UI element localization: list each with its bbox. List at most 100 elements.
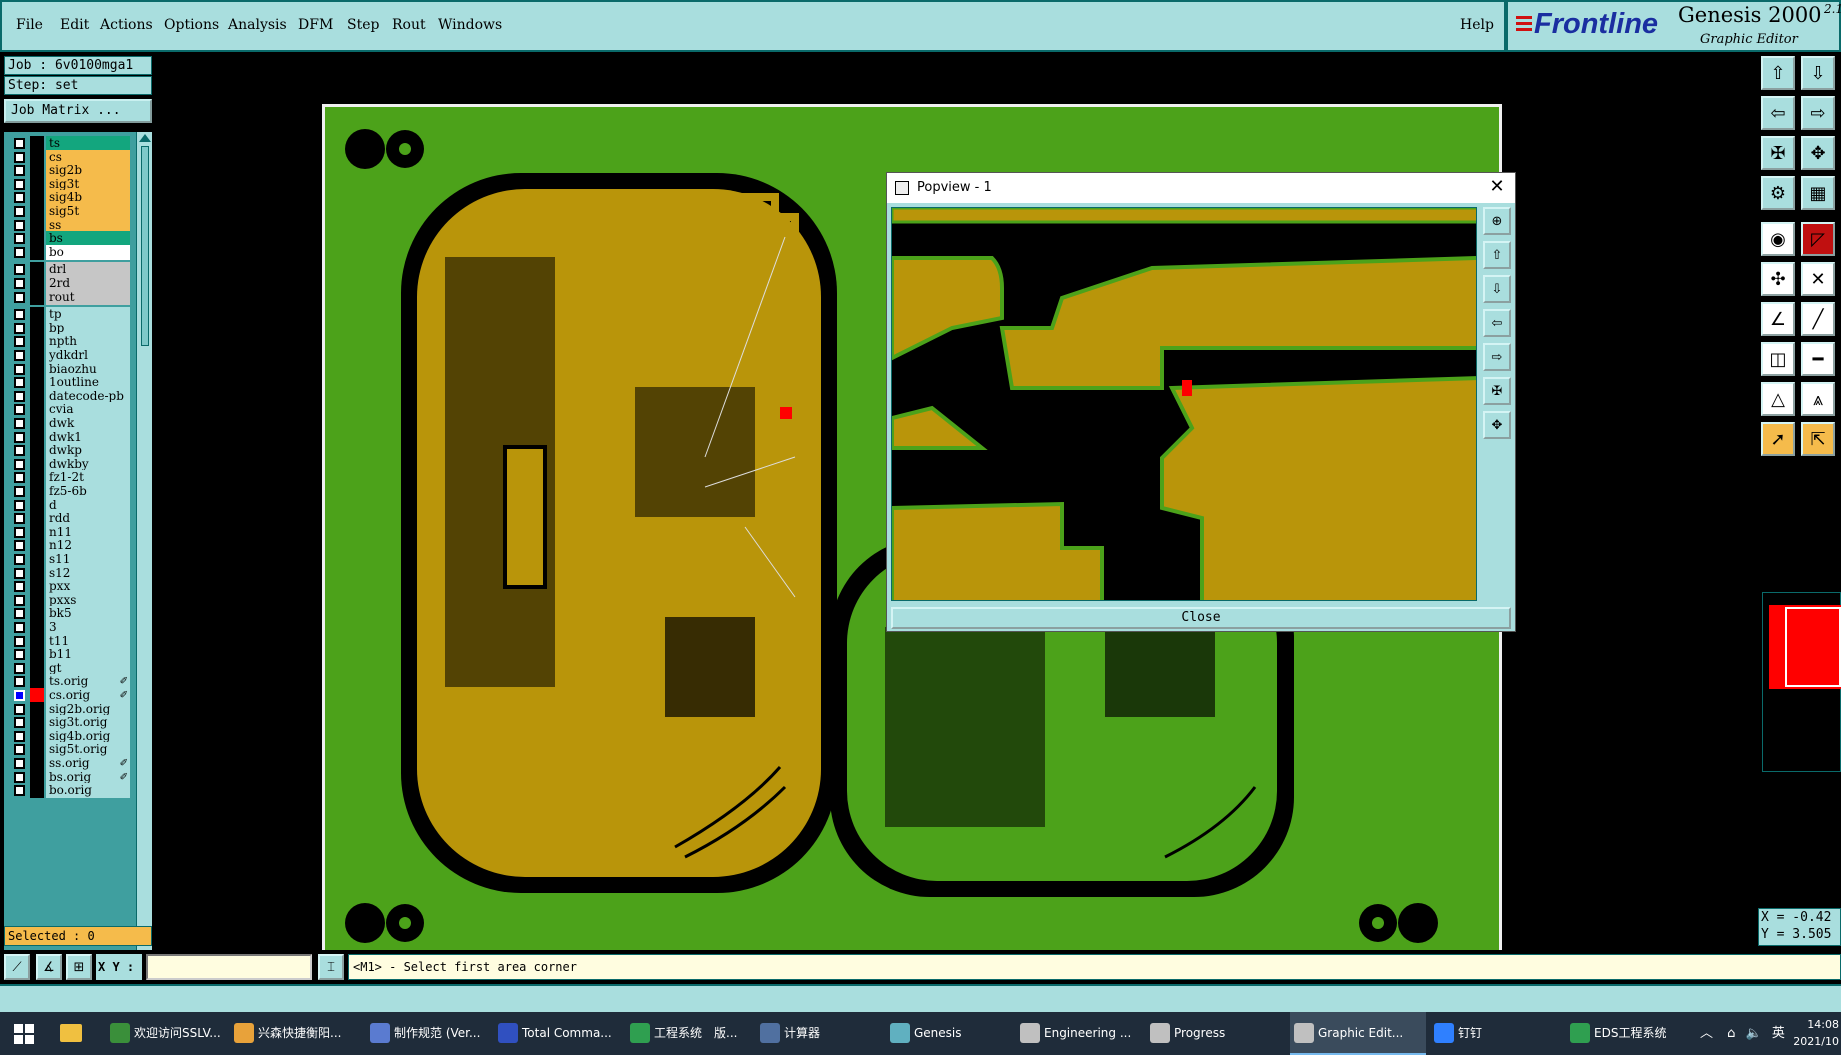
pan-up-icon[interactable]: ⇧ — [1761, 56, 1795, 90]
angle-icon[interactable]: ∠ — [1761, 302, 1795, 336]
draw-angle-icon[interactable]: ∡ — [36, 954, 62, 980]
line-icon[interactable]: ╱ — [1801, 302, 1835, 336]
feature-icon[interactable]: ◫ — [1761, 342, 1795, 376]
grid-snap-icon[interactable]: ⊞ — [66, 954, 92, 980]
net-icon[interactable]: ✣ — [1761, 262, 1795, 296]
popview-titlebar[interactable]: Popview - 1 — [887, 173, 1515, 203]
popview-zoom-out-icon[interactable]: ✥ — [1483, 411, 1511, 439]
layer-checkbox[interactable] — [14, 377, 25, 389]
scroll-thumb[interactable] — [141, 146, 149, 346]
scroll-up-icon[interactable] — [139, 134, 151, 142]
taskbar-item[interactable]: Genesis — [886, 1012, 1012, 1055]
menu-file[interactable]: File — [16, 17, 43, 33]
tray-network-icon[interactable]: ⌂ — [1727, 1026, 1735, 1041]
job-matrix-button[interactable]: Job Matrix ... — [4, 99, 152, 123]
layer-checkbox[interactable] — [14, 233, 25, 245]
menu-dfm[interactable]: DFM — [298, 17, 333, 33]
layer-color-swatch[interactable] — [30, 289, 44, 305]
popview-close-button[interactable]: Close — [891, 607, 1511, 629]
taskbar-item[interactable]: Progress — [1146, 1012, 1286, 1055]
draw-line-icon[interactable]: ⟋ — [4, 954, 30, 980]
taskbar-item[interactable]: 兴森快捷衡阳... — [230, 1012, 360, 1055]
layer-checkbox[interactable] — [14, 363, 25, 375]
layer-checkbox[interactable] — [14, 418, 25, 429]
overview-panel[interactable] — [1762, 592, 1841, 772]
select-area-icon[interactable]: ⇱ — [1801, 422, 1835, 456]
layer-checkbox[interactable] — [14, 635, 25, 647]
layer-name[interactable]: bo — [46, 244, 130, 260]
menu-edit[interactable]: Edit — [60, 17, 89, 33]
xy-input[interactable] — [146, 954, 312, 980]
zoom-home-icon[interactable]: ✠ — [1761, 136, 1795, 170]
popview-zoom-view[interactable] — [891, 207, 1477, 601]
layer-checkbox[interactable] — [14, 717, 25, 729]
menu-windows[interactable]: Windows — [438, 17, 502, 33]
layer-checkbox[interactable] — [14, 785, 25, 797]
layer-checkbox[interactable] — [14, 350, 25, 361]
layer-checkbox[interactable] — [14, 594, 25, 606]
layer-checkbox[interactable] — [14, 676, 25, 688]
taskbar-item[interactable]: Total Comma... — [494, 1012, 622, 1055]
layer-row[interactable]: rout — [8, 289, 130, 305]
ruler-icon[interactable]: ◸ — [1801, 222, 1835, 256]
minus-icon[interactable]: ━ — [1801, 342, 1835, 376]
layer-checkbox[interactable] — [14, 730, 25, 742]
taskbar-item[interactable]: 钉钉 — [1430, 1012, 1560, 1055]
grid-icon[interactable]: ▦ — [1801, 176, 1835, 210]
menu-options[interactable]: Options — [164, 17, 219, 33]
layer-checkbox[interactable] — [14, 151, 25, 163]
layer-checkbox[interactable] — [14, 526, 25, 538]
layer-checkbox[interactable] — [14, 499, 25, 511]
layer-checkbox[interactable] — [14, 486, 25, 497]
windows-start-icon[interactable] — [14, 1024, 34, 1044]
layer-checkbox[interactable] — [14, 703, 25, 715]
layer-checkbox[interactable] — [14, 404, 25, 416]
layer-checkbox[interactable] — [14, 219, 25, 231]
layer-checkbox[interactable] — [14, 431, 25, 443]
delta-icon[interactable]: ⩓ — [1801, 382, 1835, 416]
layer-checkbox[interactable] — [14, 662, 25, 674]
popview-pan-left-icon[interactable]: ⇦ — [1483, 309, 1511, 337]
layer-checkbox[interactable] — [14, 390, 25, 402]
taskbar-item[interactable]: EDS工程系统 — [1566, 1012, 1696, 1055]
taskbar-item[interactable]: 工程系统 版... — [626, 1012, 752, 1055]
layer-checkbox[interactable] — [14, 744, 25, 756]
taskbar-item[interactable]: 制作规范 (Ver... — [366, 1012, 490, 1055]
measure-icon[interactable]: ⚙ — [1761, 176, 1795, 210]
layer-checkbox[interactable] — [14, 581, 25, 593]
menu-actions[interactable]: Actions — [100, 17, 153, 33]
tray-volume-icon[interactable]: 🔈 — [1746, 1026, 1762, 1041]
layer-checkbox[interactable] — [14, 246, 25, 258]
zoom-fit-icon[interactable]: ✥ — [1801, 136, 1835, 170]
select-pointer-icon[interactable]: ➚ — [1761, 422, 1795, 456]
layer-row[interactable]: bo — [8, 244, 130, 260]
layer-name[interactable]: rout — [46, 289, 130, 305]
popview-pan-down-icon[interactable]: ⇩ — [1483, 275, 1511, 303]
layer-checkbox[interactable] — [14, 513, 25, 525]
layer-checkbox[interactable] — [14, 192, 25, 204]
tray-chevron-icon[interactable]: ︿ — [1700, 1026, 1713, 1041]
clock[interactable]: 14:08 2021/10 — [1793, 1016, 1839, 1050]
taskbar-item[interactable]: 欢迎访问SSLV... — [106, 1012, 226, 1055]
layer-checkbox[interactable] — [14, 622, 25, 633]
layer-checkbox[interactable] — [14, 291, 25, 303]
layer-checkbox[interactable] — [14, 649, 25, 661]
layer-checkbox[interactable] — [14, 336, 25, 348]
layer-checkbox[interactable] — [14, 322, 25, 334]
layer-checkbox[interactable] — [14, 165, 25, 177]
layer-color-swatch[interactable] — [30, 244, 44, 260]
layer-checkbox[interactable] — [14, 206, 25, 217]
layer-checkbox[interactable] — [14, 309, 25, 321]
cross-icon[interactable]: ✕ — [1801, 262, 1835, 296]
layer-checkbox[interactable] — [14, 567, 25, 579]
layer-checkbox[interactable] — [14, 771, 25, 783]
layer-checkbox[interactable] — [14, 758, 25, 769]
popview-zoom-in-icon[interactable]: ⊕ — [1483, 207, 1511, 235]
popview-pan-up-icon[interactable]: ⇧ — [1483, 241, 1511, 269]
taskbar-item[interactable]: Engineering ... — [1016, 1012, 1142, 1055]
layer-scrollbar[interactable] — [136, 132, 152, 977]
pan-right-icon[interactable]: ⇨ — [1801, 96, 1835, 130]
file-explorer-icon[interactable] — [60, 1024, 82, 1042]
popview-close-icon[interactable]: ✕ — [1487, 177, 1507, 197]
popview-fit-icon[interactable]: ✠ — [1483, 377, 1511, 405]
